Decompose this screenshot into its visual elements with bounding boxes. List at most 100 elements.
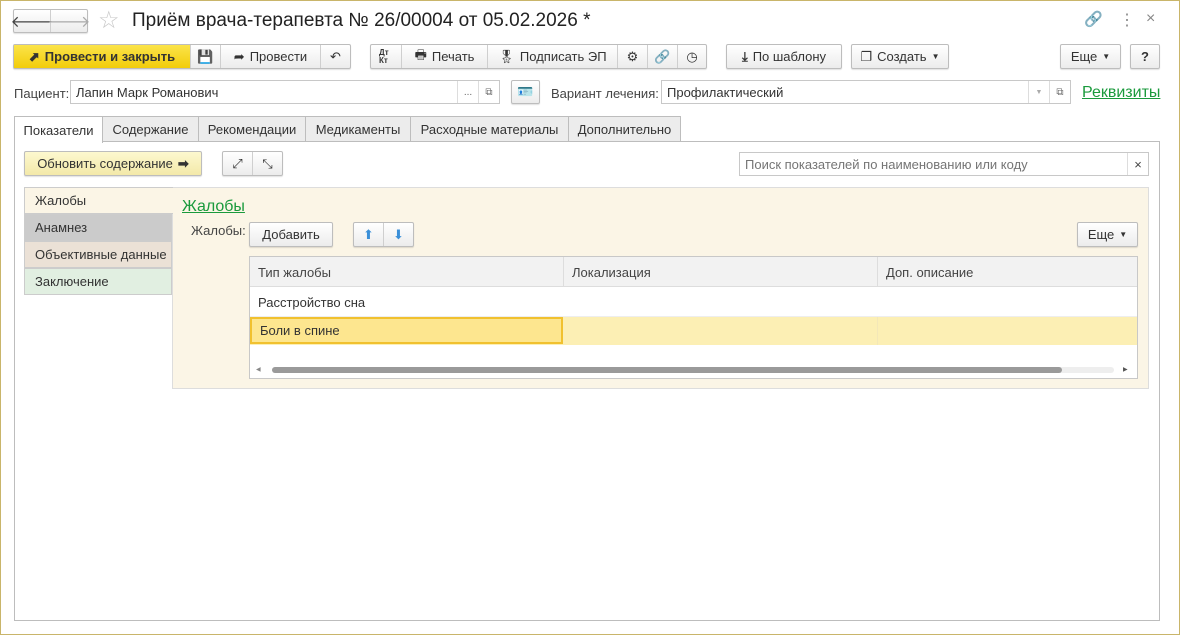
dropdown-icon[interactable]: ▼ [1028, 81, 1049, 103]
create-button[interactable]: ❐ Создать ▼ [851, 44, 949, 69]
post-button[interactable]: ➦ Провести [221, 45, 321, 68]
update-content-label: Обновить содержание [37, 156, 173, 171]
arrow-down-icon: ⤓ [741, 48, 748, 64]
cell-location[interactable] [564, 288, 878, 316]
documents-icon: ❐ [860, 48, 873, 64]
printer-icon: 🖶 [414, 46, 427, 62]
table-more-button[interactable]: Еще ▼ [1077, 222, 1138, 247]
complaints-heading[interactable]: Жалобы [182, 198, 245, 216]
move-up-button[interactable]: ⬆ [354, 223, 384, 246]
section-complaints[interactable]: Жалобы [24, 187, 173, 214]
clear-search-button[interactable]: × [1127, 153, 1148, 175]
treatment-value: Профилактический [667, 84, 784, 100]
page-title: Приём врача-терапевта № 26/00004 от 05.0… [132, 10, 591, 31]
link-icon[interactable]: 🔗 [1084, 10, 1103, 28]
move-down-button[interactable]: ⬇ [384, 223, 413, 246]
more-label: Еще [1070, 49, 1098, 64]
treatment-field[interactable]: Профилактический ▼ ⧉ [661, 80, 1071, 104]
print-button[interactable]: 🖶 Печать [402, 45, 488, 68]
undo-icon: ↶ [330, 48, 341, 64]
post-and-close-button[interactable]: ⬈ Провести и закрыть [14, 45, 191, 68]
cell-type[interactable]: Расстройство сна [250, 288, 564, 316]
actions-group: Дт Кт 🖶 Печать 🎖 Подписать ЭП ⚙ 🔗 ◷ [370, 44, 707, 69]
sign-label: Подписать ЭП [519, 49, 607, 64]
tab-indicators[interactable]: Показатели [14, 116, 103, 143]
cell-description[interactable] [878, 317, 1137, 345]
dropdown-icon: ▼ [1102, 52, 1111, 61]
table-header: Тип жалобы Локализация Доп. описание [250, 257, 1137, 287]
complaints-label: Жалобы: [191, 223, 246, 238]
table-row[interactable]: Расстройство сна [250, 288, 1137, 317]
seal-icon: 🎖 [498, 48, 515, 64]
open-icon[interactable]: ⧉ [478, 81, 499, 103]
tab-consumables[interactable]: Расходные материалы [410, 116, 569, 142]
history-button[interactable]: ◷ [678, 45, 706, 68]
dtkt-icon: Дт Кт [379, 47, 389, 65]
scroll-right-icon[interactable]: ▶ [1123, 366, 1128, 373]
section-anamnesis[interactable]: Анамнез [24, 214, 172, 241]
close-icon[interactable]: × [1146, 10, 1155, 28]
chain-icon: 🔗 [654, 48, 671, 64]
save-icon: 💾 [197, 48, 214, 64]
section-conclusion[interactable]: Заключение [24, 268, 172, 295]
save-button[interactable]: 💾 [191, 45, 221, 68]
column-header-location[interactable]: Локализация [564, 257, 878, 287]
collapse-icon: ⤡ [262, 155, 273, 171]
cell-location[interactable] [564, 317, 878, 345]
sign-button[interactable]: 🎖 Подписать ЭП [488, 45, 618, 68]
history-icon: ◷ [686, 48, 698, 64]
tab-additional[interactable]: Дополнительно [568, 116, 681, 142]
horizontal-scrollbar[interactable] [272, 367, 1114, 373]
search-field[interactable]: × [739, 152, 1149, 176]
add-button[interactable]: Добавить [249, 222, 333, 247]
post-group: ⬈ Провести и закрыть 💾 ➦ Провести ↶ [13, 44, 351, 69]
section-objective-data[interactable]: Объективные данные [24, 241, 172, 268]
dtkt-button[interactable]: Дт Кт [371, 45, 402, 68]
forward-button[interactable]: 🡒 [48, 10, 91, 32]
help-button[interactable]: ? [1130, 44, 1160, 69]
table-row-selected[interactable]: Боли в спине [250, 317, 1137, 345]
tab-content[interactable]: Содержание [102, 116, 199, 142]
expand-group: ⤢ ⤡ [222, 151, 283, 176]
more-menu-icon[interactable]: ⋮ [1119, 10, 1135, 30]
tab-medications[interactable]: Медикаменты [305, 116, 411, 142]
post-label: Провести [249, 49, 308, 64]
arrow-right-icon: ➡ [177, 155, 189, 171]
patient-field[interactable]: Лапин Марк Романович ... ⧉ [70, 80, 500, 104]
patient-card-button[interactable]: 🪪 [511, 80, 540, 104]
cell-description[interactable] [878, 288, 1137, 316]
undo-post-button[interactable]: ↶ [321, 45, 350, 68]
by-template-button[interactable]: ⤓ По шаблону [726, 44, 842, 69]
by-template-label: По шаблону [752, 49, 827, 64]
expand-button[interactable]: ⤢ [223, 152, 253, 175]
post-icon: ⬈ [28, 48, 40, 64]
more-button[interactable]: Еще ▼ [1060, 44, 1121, 69]
complaints-table: Тип жалобы Локализация Доп. описание Рас… [249, 256, 1138, 379]
settings-button[interactable]: ⚙ [618, 45, 648, 68]
dropdown-icon: ▼ [1119, 230, 1128, 239]
dropdown-icon: ▼ [931, 52, 940, 61]
nav-buttons: 🡐 🡒 [11, 9, 91, 33]
column-header-description[interactable]: Доп. описание [878, 257, 1137, 287]
gears-icon: ⚙ [626, 48, 639, 64]
back-button[interactable]: 🡐 [11, 10, 53, 32]
update-content-button[interactable]: Обновить содержание ➡ [24, 151, 202, 176]
scroll-left-icon[interactable]: ◀ [256, 366, 261, 373]
move-group: ⬆ ⬇ [353, 222, 414, 247]
arrow-up-icon: ⬆ [363, 226, 374, 242]
id-card-icon: 🪪 [517, 84, 534, 99]
collapse-button[interactable]: ⤡ [253, 152, 282, 175]
tab-recommendations[interactable]: Рекомендации [198, 116, 306, 142]
select-button[interactable]: ... [457, 81, 478, 103]
requisites-link[interactable]: Реквизиты [1082, 84, 1160, 102]
arrow-down-icon: ⬇ [393, 226, 404, 242]
column-header-type[interactable]: Тип жалобы [250, 257, 564, 287]
favorite-star-icon[interactable]: ☆ [98, 6, 120, 35]
search-input[interactable] [740, 156, 1127, 172]
cell-type[interactable]: Боли в спине [250, 317, 563, 344]
scrollbar-thumb[interactable] [272, 367, 1062, 373]
print-label: Печать [431, 49, 475, 64]
arrow-forward-icon: ➦ [233, 48, 245, 64]
link-button[interactable]: 🔗 [648, 45, 678, 68]
open-icon[interactable]: ⧉ [1049, 81, 1070, 103]
